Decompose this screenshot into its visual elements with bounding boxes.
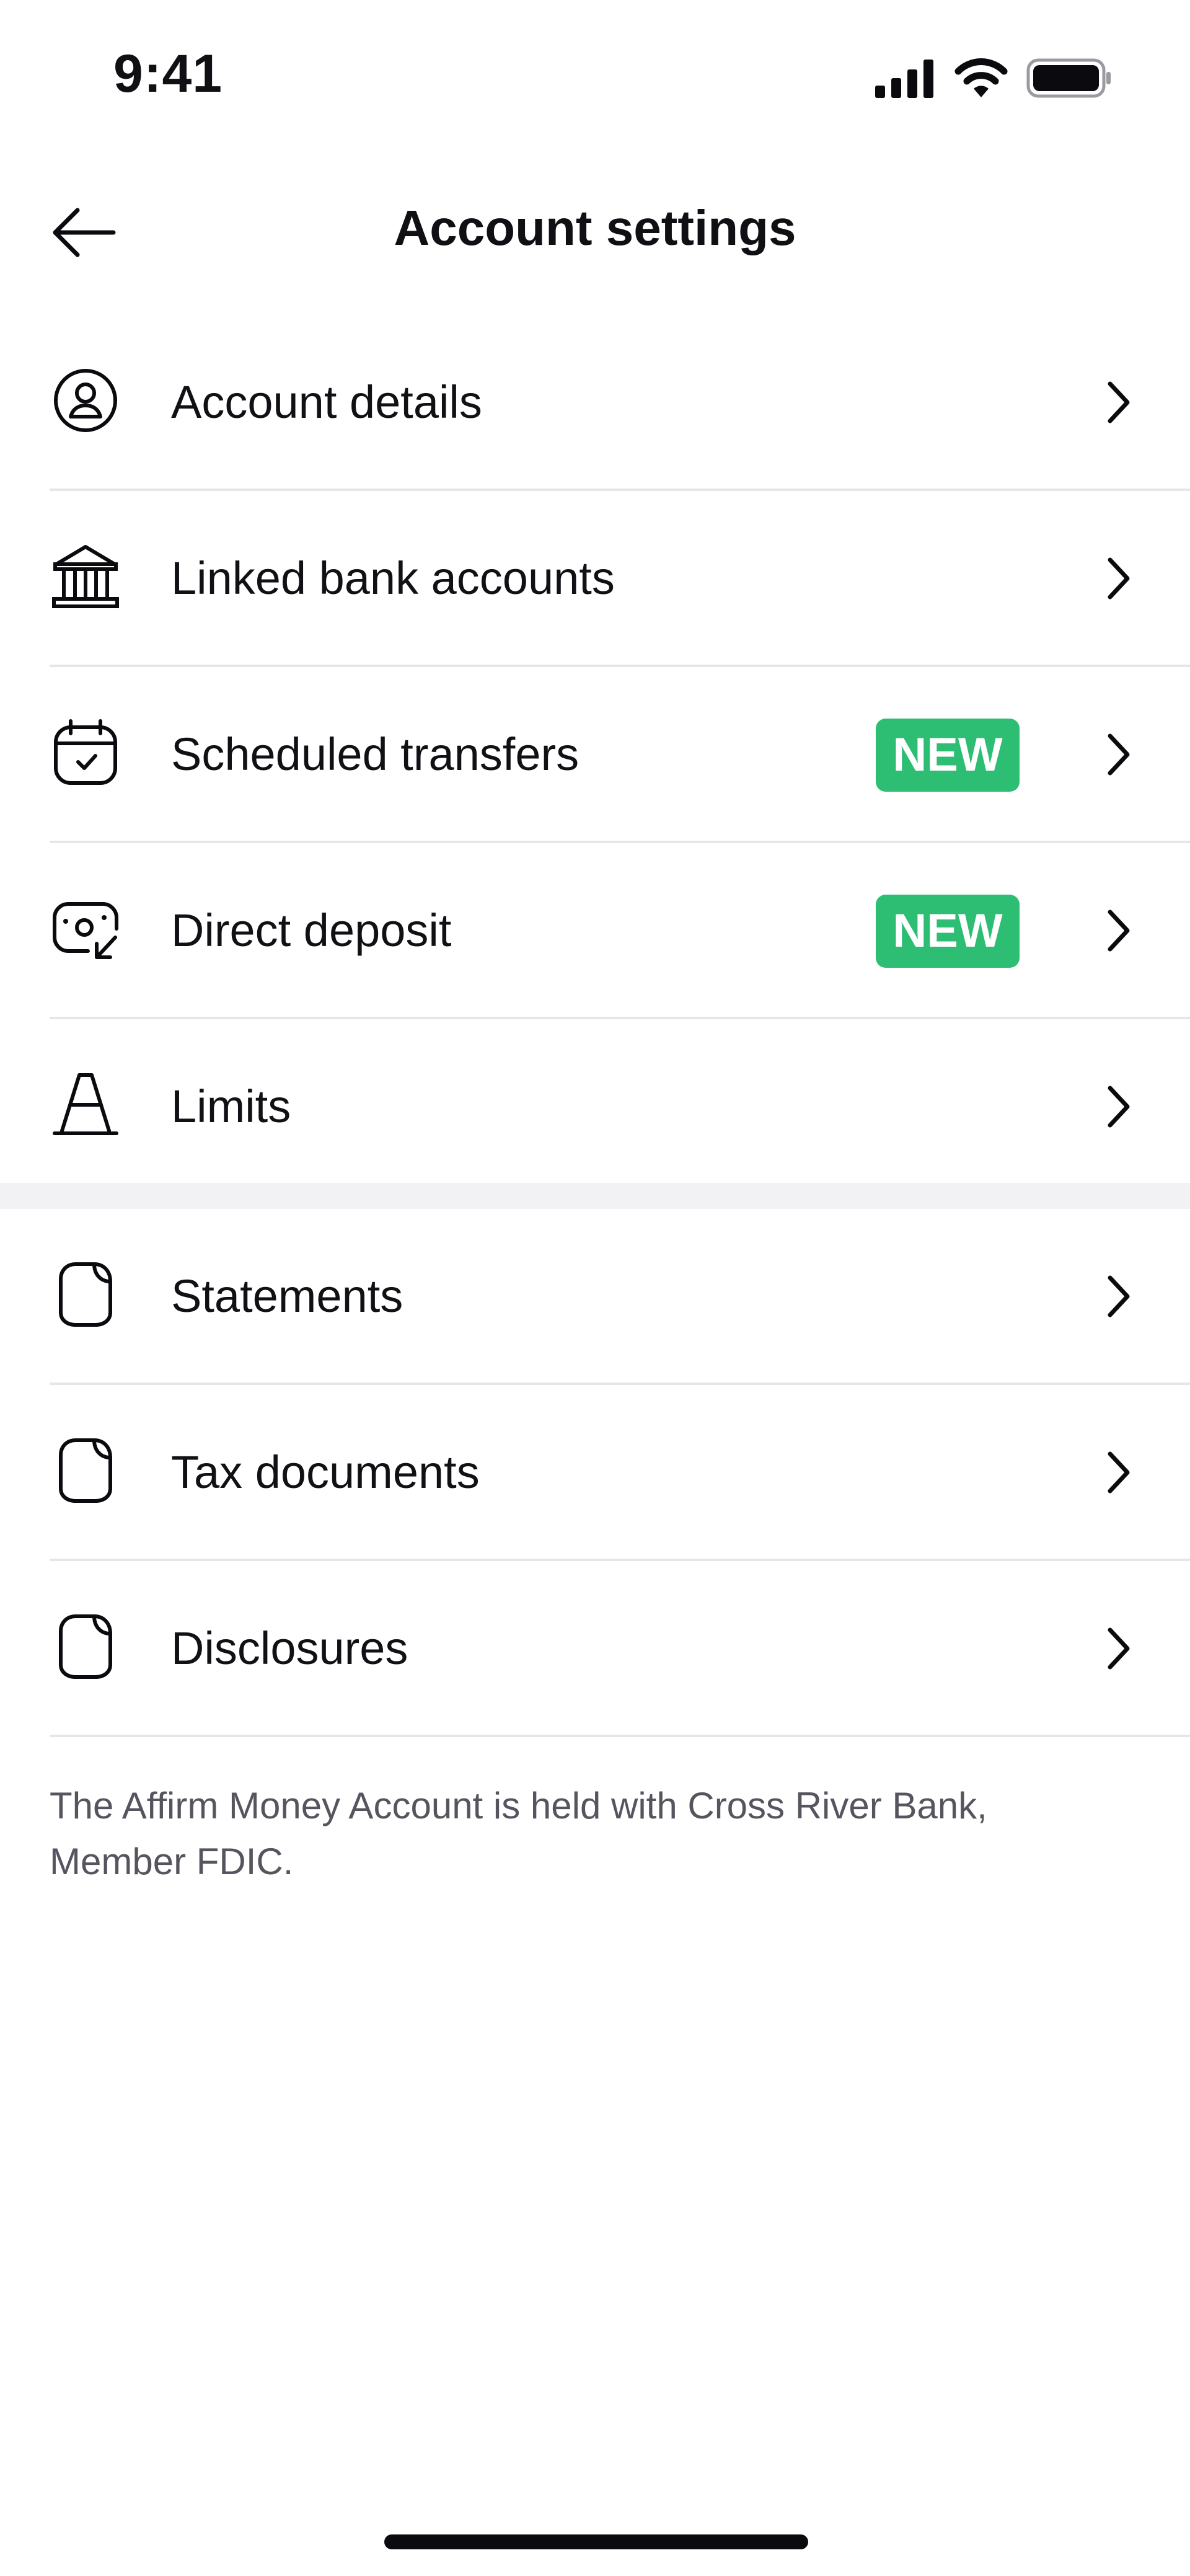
wifi-icon — [954, 58, 1008, 97]
limits-row[interactable]: Limits — [50, 1019, 1190, 1193]
statements-row[interactable]: Statements — [50, 1209, 1190, 1385]
documents-list: Statements Tax documents Disclosures — [0, 1209, 1190, 1737]
user-circle-icon — [54, 369, 117, 432]
tax-documents-row[interactable]: Tax documents — [50, 1385, 1190, 1561]
status-time: 9:41 — [113, 44, 223, 104]
chevron-right-icon — [1108, 1451, 1130, 1494]
chevron-right-icon — [1108, 910, 1130, 952]
document-icon — [59, 1438, 112, 1503]
row-label: Tax documents — [171, 1446, 480, 1498]
row-label: Limits — [171, 1081, 291, 1132]
chevron-right-icon — [1108, 557, 1130, 600]
deposit-icon — [53, 902, 118, 959]
disclosures-row[interactable]: Disclosures — [50, 1561, 1190, 1737]
scheduled-transfers-row[interactable]: Scheduled transfers NEW — [50, 667, 1190, 843]
chevron-right-icon — [1108, 733, 1130, 776]
row-label: Statements — [171, 1270, 403, 1322]
header: Account settings — [0, 161, 1190, 298]
status-bar: 9:41 — [0, 0, 1190, 143]
status-icons — [874, 55, 1112, 102]
new-badge: NEW — [876, 719, 1020, 792]
section-divider — [0, 1183, 1190, 1209]
chevron-right-icon — [1108, 1627, 1130, 1670]
row-label: Direct deposit — [171, 905, 452, 956]
linked-bank-accounts-row[interactable]: Linked bank accounts — [50, 491, 1190, 667]
home-indicator[interactable] — [384, 2534, 808, 2549]
chevron-right-icon — [1108, 381, 1130, 423]
document-icon — [59, 1262, 112, 1327]
row-label: Scheduled transfers — [171, 728, 580, 780]
row-label: Linked bank accounts — [171, 552, 615, 604]
account-details-row[interactable]: Account details — [50, 315, 1190, 491]
row-label: Disclosures — [171, 1622, 408, 1674]
direct-deposit-row[interactable]: Direct deposit NEW — [50, 843, 1190, 1019]
chevron-right-icon — [1108, 1086, 1130, 1128]
new-badge: NEW — [876, 895, 1020, 968]
calendar-check-icon — [54, 719, 117, 785]
account-settings-list: Account details Linked bank accounts Sch… — [0, 315, 1190, 1193]
cellular-signal-icon — [875, 60, 933, 98]
document-icon — [59, 1614, 112, 1679]
battery-icon — [1026, 58, 1111, 98]
page-title: Account settings — [394, 200, 796, 255]
fdic-disclaimer: The Affirm Money Account is held with Cr… — [50, 1785, 987, 1882]
row-label: Account details — [171, 376, 482, 428]
bank-icon — [52, 545, 119, 608]
chevron-right-icon — [1108, 1275, 1130, 1317]
cone-icon — [53, 1073, 118, 1135]
